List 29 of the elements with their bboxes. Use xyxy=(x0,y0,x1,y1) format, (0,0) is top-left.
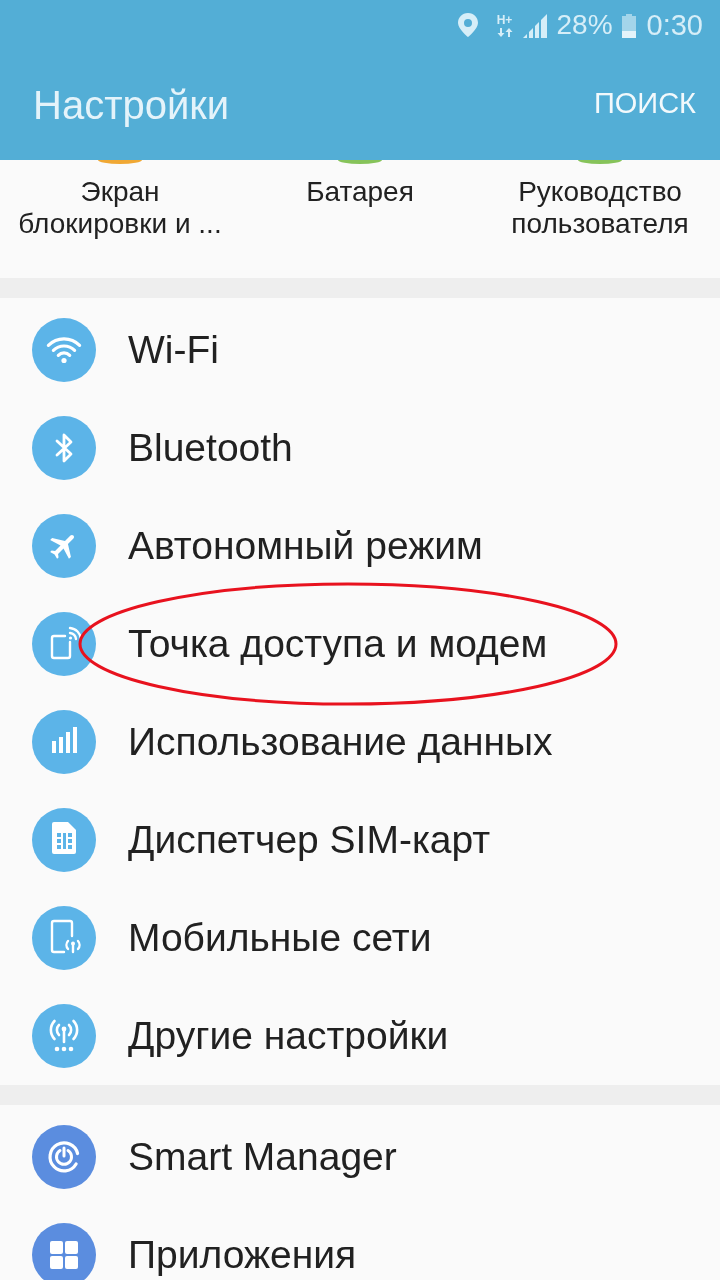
battery-icon xyxy=(620,14,637,38)
data-arrows-icon xyxy=(496,27,513,37)
bluetooth-icon xyxy=(32,416,96,480)
clock-time: 0:30 xyxy=(646,8,703,42)
setting-label[interactable]: Автономный режим xyxy=(128,523,483,569)
setting-label[interactable]: Wi-Fi xyxy=(128,327,219,373)
bar-chart-icon xyxy=(32,710,96,774)
setting-label[interactable]: Smart Manager xyxy=(128,1134,397,1180)
screen-title: Настройки xyxy=(33,82,230,128)
shortcut-label[interactable]: Руководство пользователя xyxy=(511,176,689,240)
location-icon xyxy=(456,13,479,37)
setting-label[interactable]: Приложения xyxy=(128,1232,357,1278)
phone-waves-icon xyxy=(32,612,96,676)
antenna-icon xyxy=(32,1004,96,1068)
signal-icon xyxy=(522,14,547,38)
shortcut-label[interactable]: Экран блокировки и ... xyxy=(18,176,222,240)
ring-icon xyxy=(32,1125,96,1189)
network-type: H+ xyxy=(496,13,513,26)
setting-label[interactable]: Диспетчер SIM-карт xyxy=(128,817,491,863)
setting-label[interactable]: Другие настройки xyxy=(128,1013,449,1059)
battery-percent: 28% xyxy=(556,8,613,42)
shortcut-label[interactable]: Батарея xyxy=(306,176,414,208)
setting-label[interactable]: Bluetooth xyxy=(128,425,293,471)
setting-label[interactable]: Использование данных xyxy=(128,719,553,765)
wifi-icon xyxy=(32,318,96,382)
sim-card-icon xyxy=(32,808,96,872)
phone-antenna-icon xyxy=(32,906,96,970)
airplane-icon xyxy=(32,514,96,578)
setting-label[interactable]: Мобильные сети xyxy=(128,915,432,961)
